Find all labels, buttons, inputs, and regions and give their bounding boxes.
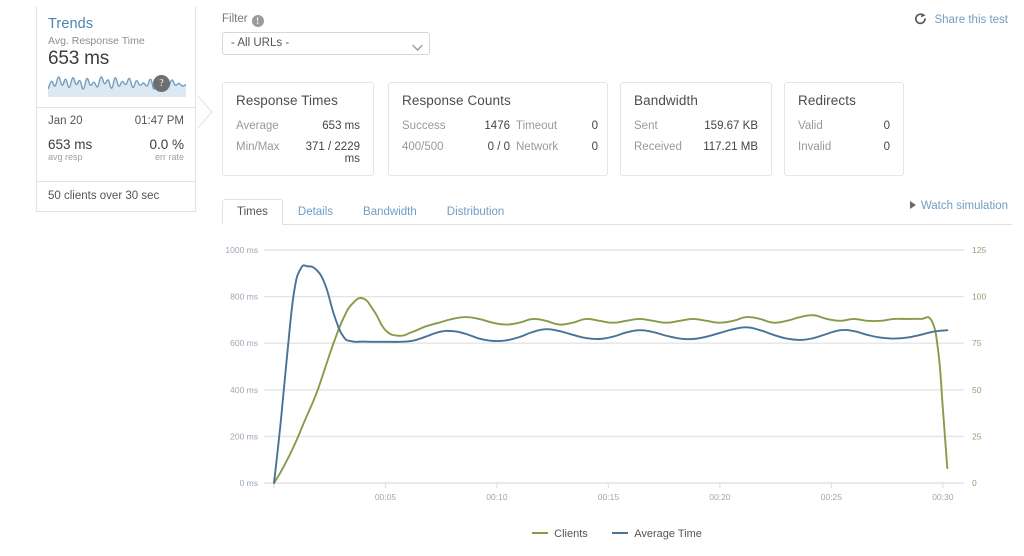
tab-details[interactable]: Details [283, 199, 348, 225]
row-key: Success [402, 120, 446, 132]
row-key: 400/500 [402, 141, 444, 153]
legend-label-clients: Clients [554, 528, 588, 540]
trends-sparkline: ? [48, 73, 186, 97]
card-bandwidth: Bandwidth Sent 159.67 KB Received 117.21… [620, 82, 772, 176]
times-chart: 0 ms 200 ms 400 ms 600 ms 800 ms 1000 ms 0 25 50… [222, 236, 1012, 540]
trends-datetime-row: Jan 20 01:47 PM [48, 115, 184, 127]
trends-subtitle: Avg. Response Time [48, 35, 145, 47]
play-icon [909, 201, 916, 209]
row-key: Received [634, 141, 682, 153]
row-key: Average [236, 120, 279, 132]
svg-text:50: 50 [972, 385, 982, 395]
trends-metric-values-row: 653 ms 0.0 % [48, 137, 184, 152]
trends-detail-rows: Jan 20 01:47 PM 653 ms 0.0 % avg resp er… [37, 108, 195, 181]
row-value-secondary: 0 [591, 120, 598, 132]
row-value: 0 [883, 120, 890, 132]
trends-avg-resp-value: 653 ms [48, 137, 93, 152]
watch-simulation-label: Watch simulation [920, 200, 1008, 212]
legend-item-clients[interactable]: Clients [532, 528, 588, 540]
trends-err-rate-label: err rate [154, 152, 184, 162]
svg-text:200 ms: 200 ms [230, 431, 258, 441]
performance-test-results-page: Trends Avg. Response Time 653 ms ? Jan 2… [0, 0, 1024, 556]
svg-text:800 ms: 800 ms [230, 292, 258, 302]
svg-text:25: 25 [972, 431, 982, 441]
row-value: 1476 [484, 120, 510, 132]
trends-metric-labels-row: avg resp err rate [48, 152, 184, 162]
chart-legend: Clients Average Time [222, 524, 1012, 542]
sparkline-help-badge[interactable]: ? [153, 75, 170, 92]
svg-text:00:10: 00:10 [486, 492, 508, 502]
row-key: Invalid [798, 141, 832, 153]
chart-svg: 0 ms 200 ms 400 ms 600 ms 800 ms 1000 ms 0 25 50… [225, 245, 986, 502]
card-rows: Valid 0 Invalid 0 [798, 120, 890, 153]
svg-text:1000 ms: 1000 ms [225, 245, 258, 255]
card-response-times: Response Times Average 653 ms Min/Max 37… [222, 82, 374, 176]
legend-label-average-time: Average Time [634, 528, 702, 540]
share-link-label: Share this test [934, 14, 1008, 26]
row-value: 653 ms [322, 120, 360, 132]
watch-simulation-link[interactable]: Watch simulation [909, 200, 1008, 212]
trends-title[interactable]: Trends [48, 16, 184, 32]
legend-swatch-clients [532, 532, 549, 534]
row-key-secondary: Network [516, 141, 559, 153]
card-rows: Average 653 ms Min/Max 371 / 2229 ms [236, 120, 360, 165]
tab-bandwidth[interactable]: Bandwidth [348, 199, 432, 225]
trends-footer-text: 50 clients over 30 sec [37, 181, 195, 211]
trends-err-rate-value: 0.0 % [149, 137, 184, 152]
svg-text:600 ms: 600 ms [230, 338, 258, 348]
card-title: Redirects [798, 93, 856, 108]
legend-item-average-time[interactable]: Average Time [612, 528, 702, 540]
card-rows: Success 1476 Timeout 0 400/500 0 / 0 Net… [402, 120, 598, 153]
card-title: Response Times [236, 93, 338, 108]
filter-label: Filter! [222, 13, 264, 27]
svg-text:400 ms: 400 ms [230, 385, 258, 395]
svg-text:00:05: 00:05 [375, 492, 397, 502]
share-icon [914, 13, 927, 28]
share-this-test-link[interactable]: Share this test [914, 13, 1008, 28]
card-title: Response Counts [402, 93, 511, 108]
row-value: 0 [883, 141, 890, 153]
svg-text:125: 125 [972, 245, 986, 255]
url-filter-select[interactable]: - All URLs - [222, 32, 430, 55]
filter-info-icon[interactable]: ! [251, 15, 264, 27]
row-value: 117.21 MB [703, 141, 758, 153]
chart-tabs: Times Details Bandwidth Distribution [222, 199, 1012, 225]
svg-text:0 ms: 0 ms [240, 478, 258, 488]
trends-date: Jan 20 [48, 115, 83, 127]
row-key: Sent [634, 120, 658, 132]
filter-label-text: Filter [222, 13, 248, 25]
svg-text:75: 75 [972, 338, 982, 348]
card-response-counts: Response Counts Success 1476 Timeout 0 4… [388, 82, 608, 176]
row-value: 371 / 2229 ms [305, 141, 360, 165]
trends-time: 01:47 PM [134, 115, 184, 127]
svg-text:100: 100 [972, 292, 986, 302]
row-key: Min/Max [236, 141, 280, 153]
row-key-secondary: Timeout [516, 120, 558, 132]
row-key: Valid [798, 120, 823, 132]
row-value-secondary: 0 [591, 141, 598, 153]
legend-swatch-average-time [612, 532, 629, 534]
svg-text:0: 0 [972, 478, 977, 488]
svg-text:00:25: 00:25 [821, 492, 843, 502]
trends-summary: Trends Avg. Response Time 653 ms ? [37, 6, 195, 107]
trends-panel: Trends Avg. Response Time 653 ms ? Jan 2… [36, 6, 196, 212]
svg-text:00:20: 00:20 [709, 492, 731, 502]
trends-big-value: 653 ms [48, 48, 110, 69]
card-title: Bandwidth [634, 93, 698, 108]
row-value: 159.67 KB [704, 120, 758, 132]
card-rows: Sent 159.67 KB Received 117.21 MB [634, 120, 758, 153]
tab-times[interactable]: Times [222, 199, 283, 225]
svg-text:00:15: 00:15 [598, 492, 620, 502]
card-redirects: Redirects Valid 0 Invalid 0 [784, 82, 904, 176]
tab-distribution[interactable]: Distribution [432, 199, 520, 225]
trends-avg-resp-label: avg resp [48, 152, 83, 162]
svg-text:00:30: 00:30 [932, 492, 954, 502]
row-value: 0 / 0 [487, 141, 510, 153]
